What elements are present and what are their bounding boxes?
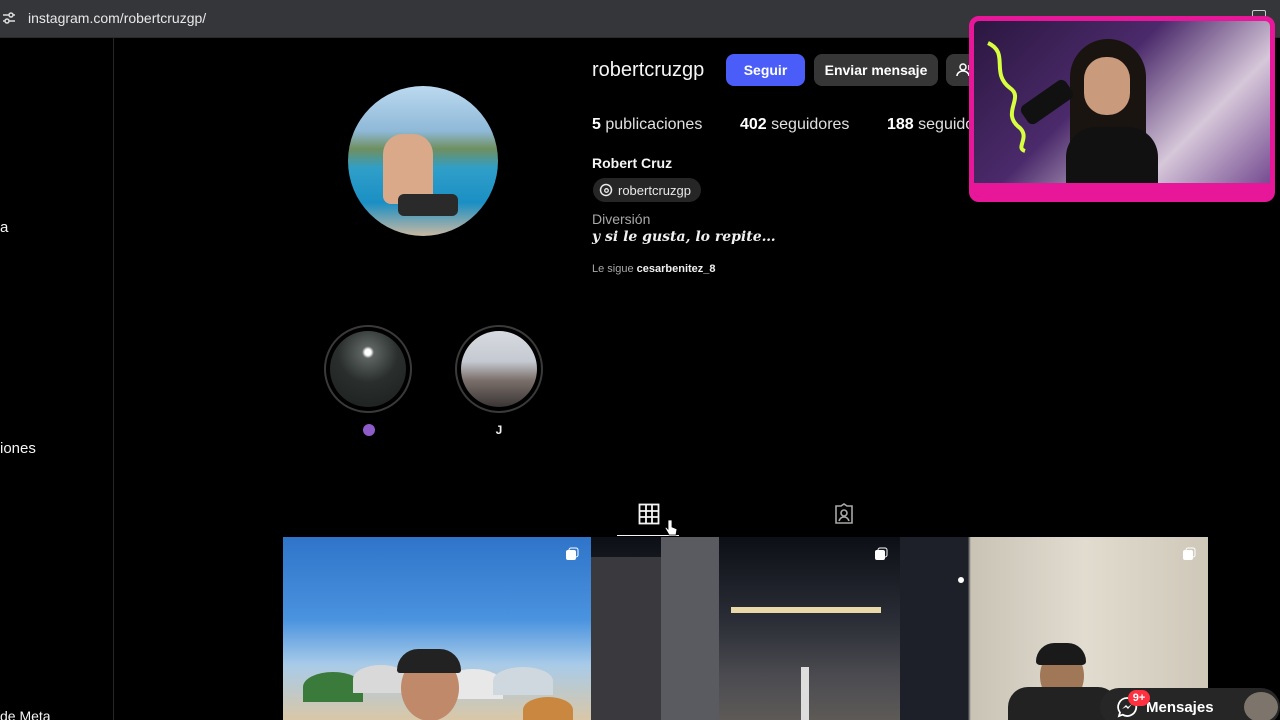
profile-bio: y si le gusta, lo repite…: [592, 229, 776, 245]
carousel-icon: [1183, 547, 1196, 560]
threads-icon: [599, 183, 613, 197]
threads-link[interactable]: robertcruzgp: [593, 178, 701, 202]
profile-avatar[interactable]: [348, 86, 498, 236]
tagged-icon[interactable]: [833, 503, 855, 525]
following-count[interactable]: 188 seguido: [887, 116, 974, 134]
highlight-label: J: [495, 423, 503, 437]
profile-username: robertcruzgp: [592, 59, 705, 81]
posts-count: 5 publicaciones: [592, 116, 703, 133]
messages-label: Mensajes: [1146, 698, 1214, 716]
send-message-button[interactable]: Enviar mensaje: [814, 54, 938, 86]
profile-full-name: Robert Cruz: [592, 155, 673, 171]
followers-count[interactable]: 402 seguidores: [740, 116, 849, 134]
neon-light-icon: [987, 41, 1026, 153]
carousel-icon: [566, 547, 579, 560]
webcam-overlay: [969, 16, 1275, 202]
sidebar-item-fragment[interactable]: de Meta: [0, 708, 51, 720]
hand-cursor-icon: [664, 519, 678, 536]
carousel-icon: [875, 547, 888, 560]
follow-button[interactable]: Seguir: [726, 54, 805, 86]
post-thumbnail[interactable]: [283, 537, 591, 720]
messages-button[interactable]: 9+ Mensajes: [1100, 688, 1280, 720]
followed-by[interactable]: Le sigue cesarbenitez_8: [592, 263, 716, 275]
left-navigation: a iones de Meta: [0, 38, 114, 720]
avatar: [1244, 692, 1278, 720]
post-thumbnail[interactable]: [591, 537, 900, 720]
sidebar-item-fragment[interactable]: iones: [0, 440, 36, 457]
url-text[interactable]: instagram.com/robertcruzgp/: [28, 10, 206, 26]
unread-badge: 9+: [1128, 690, 1150, 706]
purple-circle-icon: [363, 424, 375, 436]
story-highlight[interactable]: [324, 325, 412, 413]
profile-category: Diversión: [592, 211, 651, 227]
site-settings-icon[interactable]: [2, 11, 16, 25]
sidebar-item-fragment[interactable]: a: [0, 219, 8, 236]
story-highlight[interactable]: [455, 325, 543, 413]
threads-handle: robertcruzgp: [618, 182, 691, 198]
grid-icon[interactable]: [638, 503, 660, 525]
